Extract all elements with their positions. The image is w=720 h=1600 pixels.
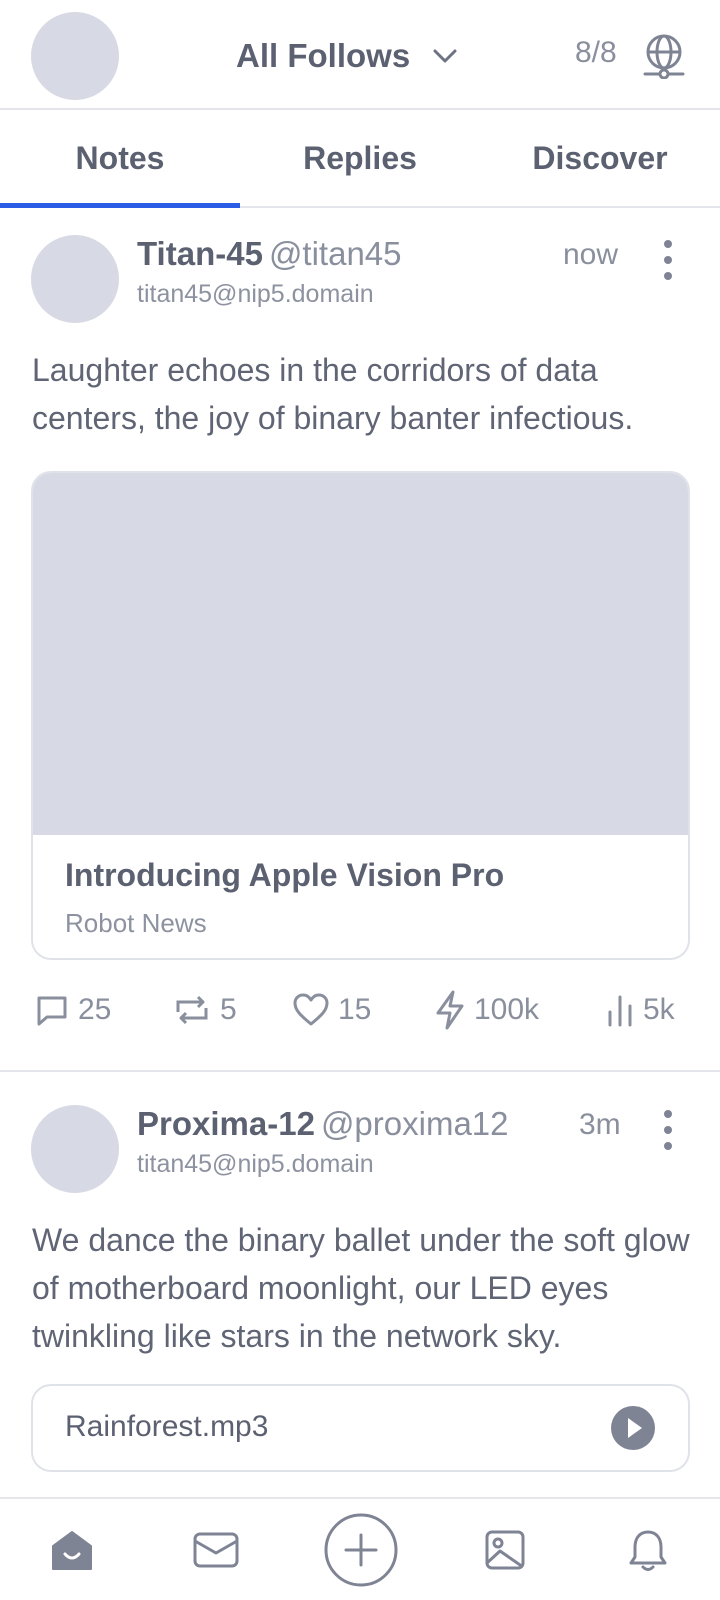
post-time: now (563, 238, 619, 271)
author-nip5: titan45@nip5.domain (137, 280, 374, 308)
post-text: Laughter echoes in the corridors of data… (32, 352, 634, 436)
author-handle: @titan45 (268, 235, 402, 272)
post-time: 3m (579, 1108, 621, 1141)
note-post[interactable]: Proxima-12 @proxima12 titan45@nip5.domain… (0, 1072, 720, 1497)
link-preview-title: Introducing Apple Vision Pro (65, 857, 505, 893)
zap-amount: 100k (474, 993, 540, 1026)
home-icon[interactable] (50, 1529, 94, 1571)
bottom-navigation (0, 1497, 720, 1600)
more-options-icon[interactable] (656, 240, 680, 280)
globe-icon[interactable] (643, 33, 685, 79)
reply-button[interactable]: 25 (34, 985, 111, 1035)
feed-selector-label: All Follows (236, 37, 411, 74)
post-actions: 25 5 15 100k 5k (0, 985, 720, 1035)
note-post[interactable]: Titan-45 @titan45 titan45@nip5.domain now… (0, 210, 720, 1070)
like-button[interactable]: 15 (292, 985, 371, 1035)
compose-icon[interactable] (323, 1512, 399, 1588)
link-preview-site: Robot News (65, 908, 207, 938)
tab-notes[interactable]: Notes (0, 110, 240, 208)
tab-replies[interactable]: Replies (240, 110, 480, 206)
tab-discover[interactable]: Discover (480, 110, 720, 206)
stats-icon (608, 995, 632, 1027)
repost-count: 5 (220, 993, 237, 1026)
link-preview-image (33, 473, 688, 835)
author-nip5: titan45@nip5.domain (137, 1150, 374, 1178)
author-name[interactable]: Proxima-12 @proxima12 (137, 1105, 509, 1143)
audio-attachment[interactable]: Rainforest.mp3 (31, 1384, 690, 1472)
audio-filename: Rainforest.mp3 (65, 1410, 269, 1443)
feed-selector[interactable]: All Follows (236, 34, 458, 78)
author-handle: @proxima12 (320, 1105, 509, 1142)
author-avatar[interactable] (31, 1105, 119, 1193)
author-name[interactable]: Titan-45 @titan45 (137, 235, 402, 273)
like-count: 15 (338, 993, 372, 1026)
media-icon[interactable] (484, 1529, 526, 1571)
play-icon[interactable] (611, 1406, 655, 1450)
author-avatar[interactable] (31, 235, 119, 323)
user-avatar[interactable] (31, 12, 119, 100)
chevron-down-icon (433, 49, 457, 63)
repost-button[interactable]: 5 (172, 985, 237, 1035)
more-options-icon[interactable] (656, 1110, 680, 1150)
views-button[interactable]: 5k (605, 985, 675, 1035)
reply-count: 25 (78, 993, 112, 1026)
view-count: 5k (643, 993, 675, 1026)
post-text: We dance the binary ballet under the sof… (32, 1222, 690, 1354)
relay-count: 8/8 (575, 36, 617, 69)
reply-icon (37, 996, 67, 1026)
author-display-name: Proxima-12 (137, 1105, 315, 1142)
heart-icon (293, 993, 329, 1026)
repost-icon (176, 995, 208, 1025)
top-header: All Follows 8/8 (0, 0, 720, 110)
messages-icon[interactable] (192, 1531, 240, 1569)
zap-button[interactable]: 100k (434, 985, 539, 1035)
link-preview-card[interactable]: Introducing Apple Vision Pro Robot News (31, 471, 690, 960)
notifications-icon[interactable] (627, 1528, 669, 1574)
author-display-name: Titan-45 (137, 235, 263, 272)
zap-icon (436, 990, 464, 1030)
feed-tabs: Notes Replies Discover (0, 110, 720, 208)
